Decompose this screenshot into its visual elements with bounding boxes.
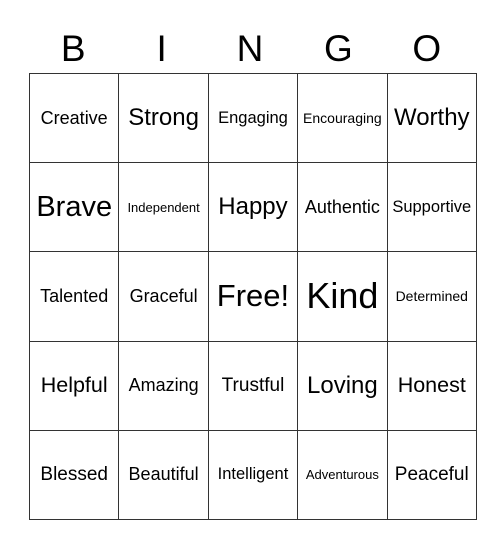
header-letter-o: O bbox=[412, 28, 442, 69]
bingo-cell[interactable]: Beautiful bbox=[118, 429, 209, 520]
bingo-cell[interactable]: Determined bbox=[386, 251, 477, 342]
bingo-cell[interactable]: Authentic bbox=[297, 162, 388, 253]
bingo-cell[interactable]: Intelligent bbox=[207, 429, 299, 520]
bingo-cell[interactable]: Encouraging bbox=[297, 72, 388, 164]
bingo-cell[interactable]: Kind bbox=[297, 251, 388, 342]
bingo-cell[interactable]: Amazing bbox=[118, 340, 209, 431]
header-letter-n: N bbox=[236, 28, 264, 69]
bingo-cell[interactable]: Loving bbox=[297, 340, 388, 431]
bingo-card: Creative Strong Engaging Encouraging Wor… bbox=[28, 72, 477, 520]
bingo-cell[interactable]: Brave bbox=[28, 162, 120, 253]
header-letter-i: I bbox=[156, 28, 167, 69]
bingo-cell[interactable]: Peaceful bbox=[386, 429, 477, 520]
bingo-cell[interactable]: Strong bbox=[118, 72, 209, 164]
free-space-cell[interactable]: Free! bbox=[207, 251, 299, 342]
bingo-row: Talented Graceful Free! Kind Determined bbox=[28, 251, 477, 342]
bingo-cell[interactable]: Independent bbox=[118, 162, 209, 253]
bingo-cell[interactable]: Blessed bbox=[28, 429, 120, 520]
bingo-cell[interactable]: Engaging bbox=[207, 72, 299, 164]
bingo-cell[interactable]: Happy bbox=[207, 162, 299, 253]
header-letter-b: B bbox=[60, 28, 86, 69]
bingo-cell[interactable]: Adventurous bbox=[297, 429, 388, 520]
bingo-cell[interactable]: Helpful bbox=[28, 340, 120, 431]
bingo-cell[interactable]: Worthy bbox=[386, 72, 477, 164]
bingo-cell[interactable]: Graceful bbox=[118, 251, 209, 342]
bingo-cell[interactable]: Honest bbox=[386, 340, 477, 431]
bingo-row: Helpful Amazing Trustful Loving Honest bbox=[28, 340, 477, 431]
bingo-cell[interactable]: Supportive bbox=[386, 162, 477, 253]
bingo-cell[interactable]: Talented bbox=[28, 251, 120, 342]
bingo-row: Brave Independent Happy Authentic Suppor… bbox=[28, 162, 477, 253]
bingo-row: Creative Strong Engaging Encouraging Wor… bbox=[28, 72, 477, 164]
bingo-cell[interactable]: Trustful bbox=[207, 340, 299, 431]
bingo-row: Blessed Beautiful Intelligent Adventurou… bbox=[28, 429, 477, 520]
bingo-header: B I N G O bbox=[29, 26, 471, 72]
header-letter-g: G bbox=[323, 28, 353, 69]
bingo-cell[interactable]: Creative bbox=[28, 72, 120, 164]
